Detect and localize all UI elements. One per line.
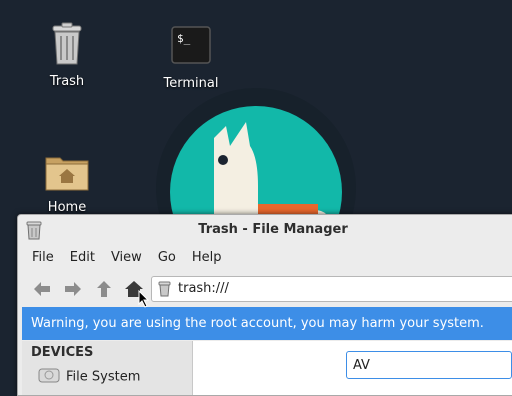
up-button[interactable]: [94, 280, 114, 298]
desktop-icon-label: Trash: [49, 74, 85, 89]
trash-icon: [52, 22, 82, 65]
sidebar-header-devices: DEVICES: [31, 345, 94, 360]
menu-file[interactable]: File: [24, 250, 62, 265]
drive-icon: [38, 367, 60, 387]
toolbar: trash:///: [18, 269, 512, 309]
trash-icon: [158, 281, 171, 301]
menu-bar: File Edit View Go Help: [18, 245, 512, 269]
menu-edit[interactable]: Edit: [62, 250, 103, 265]
back-arrow-icon: [34, 282, 50, 296]
back-button[interactable]: [32, 280, 52, 298]
file-manager-window[interactable]: Trash - File Manager File Edit View Go H…: [17, 214, 512, 396]
menu-view[interactable]: View: [103, 250, 150, 265]
sidebar-item-file-system[interactable]: File System: [38, 367, 140, 387]
svg-text:$_: $_: [177, 32, 191, 45]
file-view[interactable]: [193, 341, 512, 395]
window-titlebar[interactable]: Trash - File Manager: [18, 215, 512, 245]
terminal-icon: $_: [171, 26, 211, 64]
forward-button[interactable]: [63, 280, 83, 298]
menu-help[interactable]: Help: [184, 250, 230, 265]
location-bar[interactable]: trash:///: [151, 276, 512, 302]
desktop-icon-terminal[interactable]: $_ Terminal: [141, 26, 241, 91]
home-folder-icon: [45, 157, 89, 191]
up-arrow-icon: [97, 281, 111, 297]
desktop-icon-home[interactable]: Home: [17, 152, 117, 215]
sidebar: DEVICES File System: [22, 341, 193, 395]
menu-go[interactable]: Go: [150, 250, 184, 265]
mouse-cursor-icon: [138, 290, 150, 308]
forward-arrow-icon: [65, 282, 81, 296]
window-title: Trash - File Manager: [198, 222, 348, 237]
location-path[interactable]: trash:///: [178, 281, 229, 296]
desktop-icon-label: Home: [47, 200, 87, 215]
search-input[interactable]: [346, 351, 512, 379]
sidebar-item-label: File System: [66, 369, 141, 385]
desktop-icon-trash[interactable]: Trash: [17, 22, 117, 89]
root-warning-banner: Warning, you are using the root account,…: [22, 307, 512, 340]
